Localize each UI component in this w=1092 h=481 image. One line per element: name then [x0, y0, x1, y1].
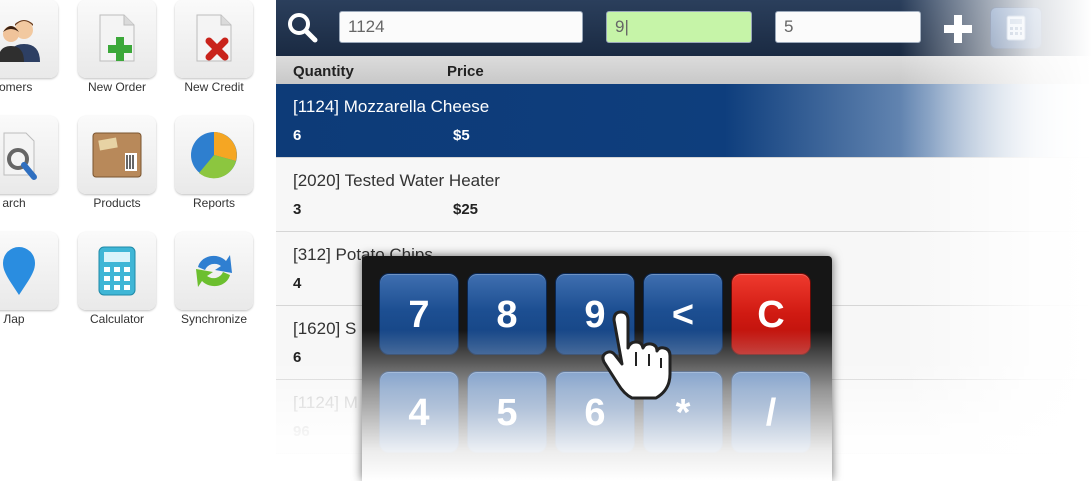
- key-clear[interactable]: C: [731, 273, 811, 355]
- products-box-icon: [92, 132, 142, 178]
- tile-label-new-credit: New Credit: [184, 80, 244, 94]
- item-quantity: 6: [293, 349, 302, 366]
- map-pin-icon: [3, 247, 35, 295]
- top-toolbar: 1124 9| 5: [276, 0, 1092, 56]
- price-column-header: Price: [447, 63, 484, 80]
- reports-tile[interactable]: [175, 116, 253, 194]
- sync-arrows-icon: [196, 255, 232, 287]
- tile-label-map: Лap: [3, 312, 25, 326]
- tile-label-reports: Reports: [192, 196, 236, 210]
- tile-label-customers: tomers: [0, 80, 33, 94]
- search-icon: [3, 132, 37, 180]
- quantity-input[interactable]: 9|: [606, 11, 752, 43]
- tile-label-new-order: New Order: [87, 80, 146, 94]
- item-quantity: 3: [293, 201, 302, 218]
- list-item-selected[interactable]: [1124] Mozzarella Cheese 6 $5: [276, 84, 1092, 158]
- list-item[interactable]: [2020] Tested Water Heater 3 $25: [276, 158, 1092, 232]
- item-name: [1124] M: [293, 393, 358, 412]
- tile-label-products: Products: [93, 196, 141, 210]
- calculator-icon: [1006, 15, 1026, 41]
- pointing-hand-icon: [601, 310, 672, 400]
- key-7[interactable]: 7: [379, 273, 459, 355]
- tile-label-calculator: Calculator: [89, 312, 145, 326]
- app-screen: tomers New Order New Credit arch: [0, 0, 1092, 481]
- new-credit-tile[interactable]: [175, 0, 253, 78]
- price-input[interactable]: 5: [775, 11, 921, 43]
- key-4[interactable]: 4: [379, 371, 459, 453]
- list-column-header: Quantity Price: [276, 56, 1092, 84]
- item-name: [1124] Mozzarella Cheese: [293, 97, 490, 116]
- item-quantity: 4: [293, 275, 302, 292]
- item-quantity: 96: [293, 423, 310, 440]
- key-8[interactable]: 8: [467, 273, 547, 355]
- item-quantity: 6: [293, 127, 302, 144]
- item-price: $5: [453, 127, 470, 144]
- key-5[interactable]: 5: [467, 371, 547, 453]
- item-name: [2020] Tested Water Heater: [293, 171, 500, 190]
- products-tile[interactable]: [78, 116, 156, 194]
- new-order-tile[interactable]: [78, 0, 156, 78]
- tile-label-synchronize: Synchronize: [180, 312, 248, 326]
- item-name: [1620] S: [293, 319, 357, 338]
- quantity-column-header: Quantity: [293, 63, 354, 80]
- calculator-icon: [98, 246, 136, 296]
- key-divide[interactable]: /: [731, 371, 811, 453]
- add-icon[interactable]: [943, 14, 973, 44]
- search-input[interactable]: 1124: [339, 11, 583, 43]
- map-tile[interactable]: [0, 232, 58, 310]
- item-price: $25: [453, 201, 479, 218]
- synchronize-tile[interactable]: [175, 232, 253, 310]
- search-icon[interactable]: [286, 11, 320, 45]
- new-order-icon: [99, 14, 135, 62]
- customers-icon: [0, 20, 40, 62]
- tile-label-search: arch: [2, 196, 26, 210]
- customers-tile[interactable]: [0, 0, 58, 78]
- pie-chart-icon: [191, 132, 237, 179]
- search-tile[interactable]: [0, 116, 58, 194]
- calculator-button[interactable]: [990, 7, 1042, 49]
- new-credit-icon: [196, 14, 232, 62]
- calculator-tile[interactable]: [78, 232, 156, 310]
